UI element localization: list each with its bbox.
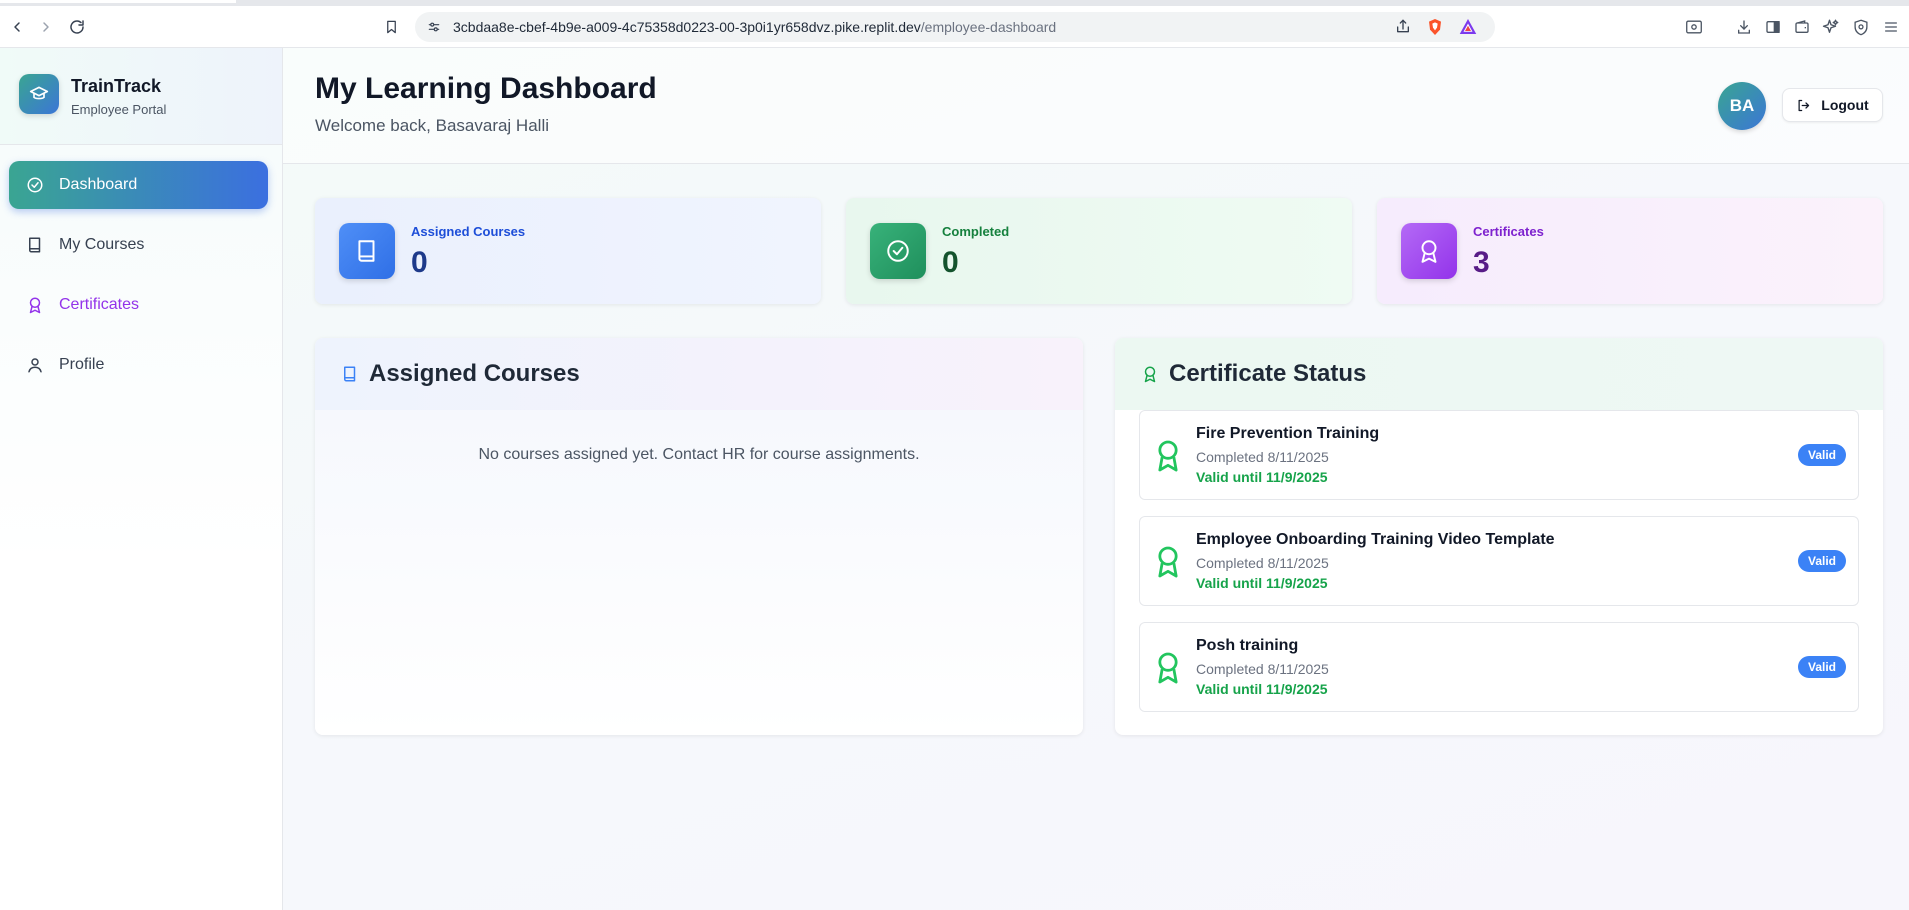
panel-title: Assigned Courses <box>369 360 580 387</box>
share-icon[interactable] <box>1395 19 1411 35</box>
stat-label: Assigned Courses <box>411 224 526 239</box>
certificate-name: Posh training <box>1196 637 1299 654</box>
book-icon <box>339 223 395 279</box>
sidebar-item-label: Profile <box>59 356 105 373</box>
certificate-completed-date: Completed 8/11/2025 <box>1196 555 1329 571</box>
url-text: 3cbdaa8e-cbef-4b9e-a009-4c75358d0223-00-… <box>453 19 1056 35</box>
user-icon <box>25 355 45 375</box>
active-tab-hint[interactable] <box>0 0 236 3</box>
empty-state-message: No courses assigned yet. Contact HR for … <box>478 446 920 463</box>
menu-icon[interactable] <box>1880 16 1902 38</box>
brand-name: TrainTrack <box>71 76 162 96</box>
forward-icon[interactable] <box>35 16 57 38</box>
sidebar-item-label: Certificates <box>59 296 140 313</box>
logout-button[interactable]: Logout <box>1782 88 1883 122</box>
award-icon <box>1141 364 1159 384</box>
certificate-name: Employee Onboarding Training Video Templ… <box>1196 531 1555 548</box>
sidebar-item-label: Dashboard <box>59 176 138 193</box>
sidebar-item-profile[interactable]: Profile <box>9 341 268 389</box>
tab-search-icon[interactable] <box>1683 16 1705 38</box>
certificate-valid-until: Valid until 11/9/2025 <box>1196 575 1328 591</box>
certificate-completed-date: Completed 8/11/2025 <box>1196 661 1329 677</box>
page-title: My Learning Dashboard <box>315 72 657 105</box>
book-icon <box>25 235 45 255</box>
award-icon <box>1401 223 1457 279</box>
brave-shield-icon[interactable] <box>1427 18 1443 36</box>
url-host: 3cbdaa8e-cbef-4b9e-a009-4c75358d0223-00-… <box>453 19 921 35</box>
download-icon[interactable] <box>1733 16 1755 38</box>
assigned-courses-panel: Assigned Courses No courses assigned yet… <box>315 338 1083 735</box>
stat-label: Certificates <box>1473 224 1544 239</box>
brand-subtitle: Employee Portal <box>71 102 167 117</box>
browser-toolbar: 3cbdaa8e-cbef-4b9e-a009-4c75358d0223-00-… <box>0 6 1909 48</box>
certificate-valid-until: Valid until 11/9/2025 <box>1196 681 1328 697</box>
panel-body: No courses assigned yet. Contact HR for … <box>315 410 1083 735</box>
status-badge: Valid <box>1797 656 1846 678</box>
sidebar-item-dashboard[interactable]: Dashboard <box>9 161 268 209</box>
stat-card-certificates: Certificates 3 <box>1377 198 1883 304</box>
wallet-icon[interactable] <box>1791 16 1813 38</box>
award-icon <box>25 295 45 315</box>
leo-ai-icon[interactable] <box>1820 16 1842 38</box>
reload-icon[interactable] <box>66 16 88 38</box>
status-badge: Valid <box>1797 550 1846 572</box>
stat-label: Completed <box>942 224 1010 239</box>
stat-card-assigned-courses: Assigned Courses 0 <box>315 198 821 304</box>
certificate-status-panel: Certificate Status Fire Prevention Train… <box>1115 338 1883 735</box>
award-icon <box>1154 651 1182 685</box>
panel-header: Assigned Courses <box>315 338 1083 410</box>
bookmark-icon[interactable] <box>380 16 402 38</box>
brave-rewards-icon[interactable] <box>1459 18 1477 35</box>
address-bar[interactable]: 3cbdaa8e-cbef-4b9e-a009-4c75358d0223-00-… <box>415 12 1495 42</box>
page-header: My Learning Dashboard Welcome back, Basa… <box>283 48 1909 164</box>
certificate-item[interactable]: Fire Prevention Training Completed 8/11/… <box>1139 410 1859 500</box>
vpn-shield-icon[interactable] <box>1850 16 1872 38</box>
status-badge: Valid <box>1797 444 1846 466</box>
circle-check-icon <box>25 175 45 195</box>
graduation-cap-icon <box>19 74 59 114</box>
certificate-completed-date: Completed 8/11/2025 <box>1196 449 1329 465</box>
avatar[interactable]: BA <box>1718 82 1766 130</box>
circle-check-icon <box>870 223 926 279</box>
url-path: /employee-dashboard <box>920 19 1057 35</box>
panel-header: Certificate Status <box>1115 338 1883 410</box>
certificate-name: Fire Prevention Training <box>1196 425 1380 442</box>
sidebar-item-label: My Courses <box>59 236 145 253</box>
panel-title: Certificate Status <box>1169 360 1367 387</box>
welcome-message: Welcome back, Basavaraj Halli <box>315 116 549 135</box>
certificate-valid-until: Valid until 11/9/2025 <box>1196 469 1328 485</box>
stat-value: 0 <box>942 246 959 279</box>
main-content: My Learning Dashboard Welcome back, Basa… <box>283 48 1909 910</box>
stat-card-completed: Completed 0 <box>846 198 1352 304</box>
brand-header: TrainTrack Employee Portal <box>0 48 282 145</box>
sidebar-item-my-courses[interactable]: My Courses <box>9 221 268 269</box>
sidebar-item-certificates[interactable]: Certificates <box>9 281 268 329</box>
award-icon <box>1154 439 1182 473</box>
back-icon[interactable] <box>6 16 28 38</box>
award-icon <box>1154 545 1182 579</box>
logout-label: Logout <box>1821 97 1869 113</box>
book-icon <box>341 364 359 384</box>
sidebar: TrainTrack Employee Portal Dashboard My … <box>0 48 283 910</box>
stat-value: 3 <box>1473 246 1490 279</box>
site-settings-icon[interactable] <box>427 20 441 34</box>
stat-value: 0 <box>411 246 428 279</box>
certificate-item[interactable]: Employee Onboarding Training Video Templ… <box>1139 516 1859 606</box>
sidebar-toggle-icon[interactable] <box>1762 16 1784 38</box>
certificate-item[interactable]: Posh training Completed 8/11/2025 Valid … <box>1139 622 1859 712</box>
logout-icon <box>1796 98 1811 113</box>
